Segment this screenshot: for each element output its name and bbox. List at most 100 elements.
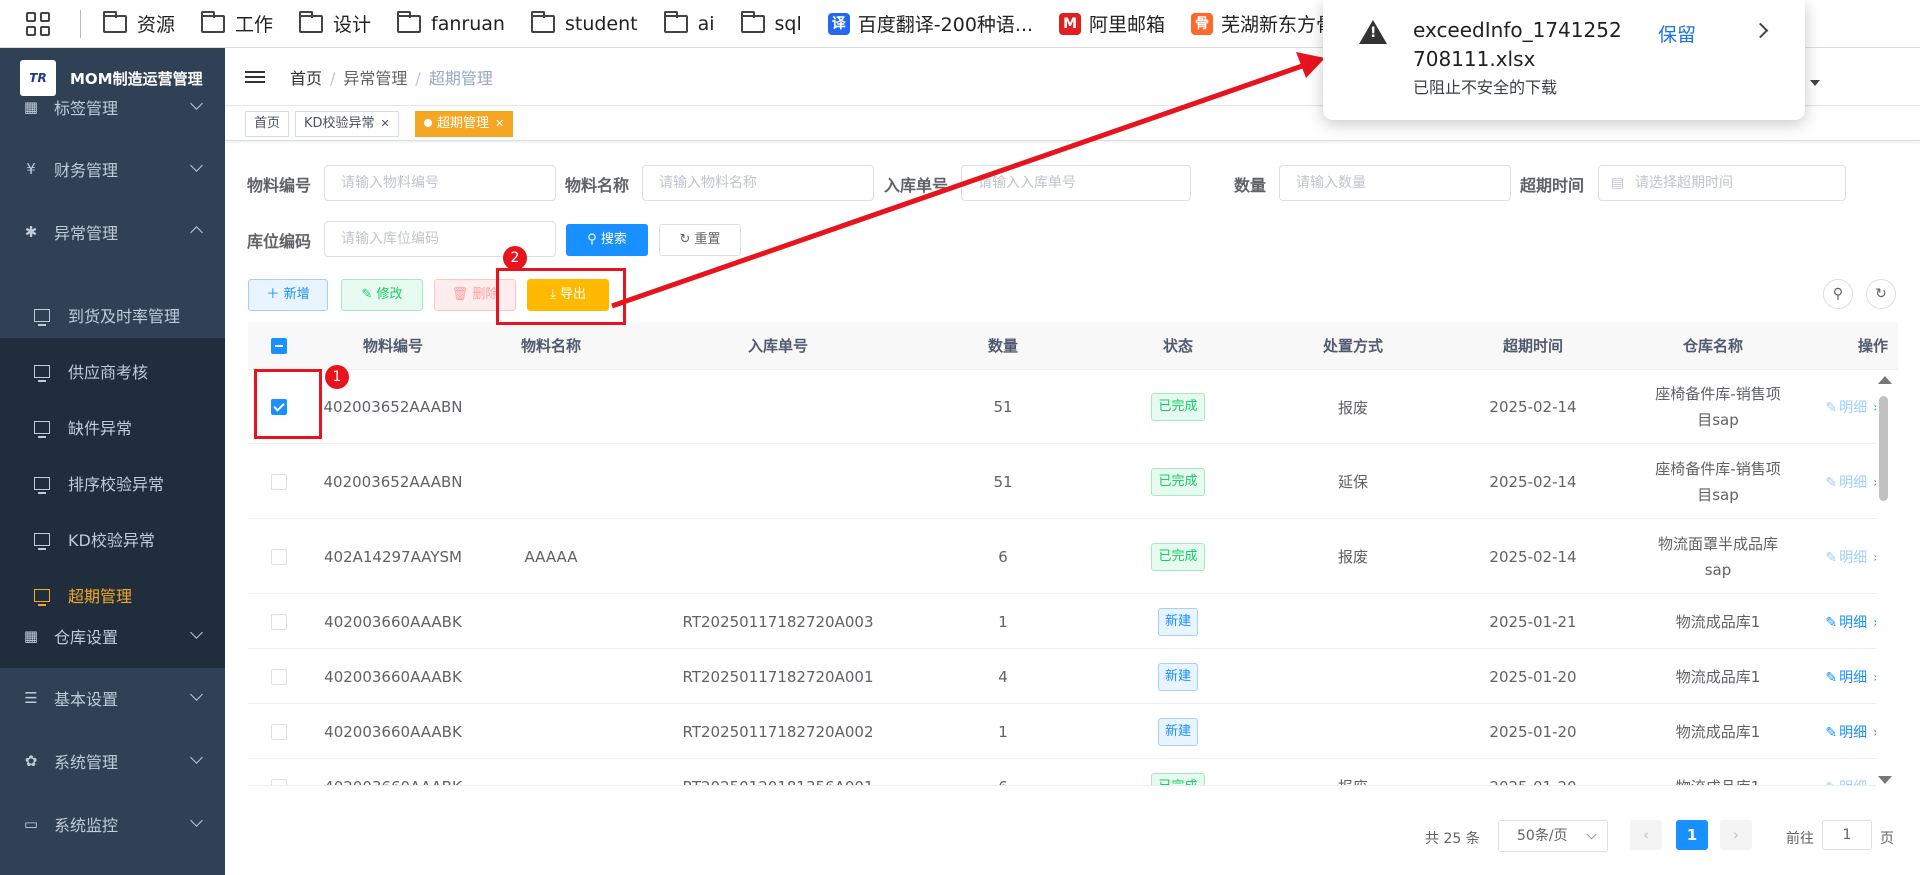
col-warehouse[interactable]: 仓库名称 — [1638, 322, 1788, 370]
row-checkbox[interactable] — [271, 613, 287, 630]
sidebar-menu-1[interactable]: ¥ 财务管理 — [0, 137, 225, 200]
row-checkbox[interactable] — [271, 548, 287, 565]
detail-link[interactable]: ✎明细 — [1825, 722, 1873, 742]
detail-link[interactable]: ✎明细 — [1825, 612, 1873, 632]
sidebar-menu-4[interactable]: ☰ 基本设置 — [0, 666, 225, 729]
table-row[interactable]: 402003660AAABK RT20250117182720A003 1 新建 202… — [248, 594, 1876, 649]
bookmark-7[interactable]: 译百度翻译-200种语... — [827, 10, 1033, 37]
submenu-item-1[interactable]: 供应商考核 — [0, 343, 225, 399]
apps-grid-icon[interactable] — [26, 11, 50, 36]
scroll-up-arrow[interactable] — [1878, 376, 1892, 384]
table-row[interactable]: 402003660AAABK RT20250120181356A0016 已完成 报废… — [248, 759, 1876, 786]
edit-button[interactable]: ✎ 修改 — [341, 279, 423, 311]
table-row[interactable]: 402003652AAABN 51 已完成 延保 2025-02-14 座椅备件库-销售项… — [248, 444, 1876, 519]
breadcrumb-exception[interactable]: 异常管理 — [343, 69, 407, 88]
prev-page-button[interactable]: ‹ — [1630, 820, 1662, 850]
monitor-icon — [34, 364, 50, 382]
close-icon[interactable]: ✕ — [381, 117, 390, 130]
bookmark-8[interactable]: M 阿里邮箱 — [1059, 10, 1165, 37]
tag-overdue[interactable]: 超期管理 ✕ — [415, 111, 514, 137]
submenu-item-5[interactable]: 超期管理 — [0, 567, 225, 623]
goto-suffix: 页 — [1880, 831, 1894, 847]
bookmark-1[interactable]: 工作 — [201, 10, 273, 37]
col-quantity[interactable]: 数量 — [928, 322, 1078, 370]
sidebar-menu-5[interactable]: ✿ 系统管理 — [0, 729, 225, 792]
bookmark-5[interactable]: ai — [663, 10, 715, 35]
bookmark-9[interactable]: 骨芜湖新东方骨 — [1191, 10, 1335, 37]
tag-kd-check[interactable]: KD校验异常 ✕ — [295, 111, 399, 137]
table-row[interactable]: 402003660AAABK RT20250117182720A002 1 新建 202… — [248, 704, 1876, 759]
table-row[interactable]: 402A14297AAYSM AAAAA 6 已完成 报废 2025-02-14 物流面罩半… — [248, 519, 1876, 594]
submenu-item-0[interactable]: 到货及时率管理 — [0, 287, 225, 343]
search-toggle-button[interactable]: ⚲ — [1823, 279, 1853, 309]
monitor-icon — [34, 420, 50, 438]
scroll-down-arrow[interactable] — [1878, 776, 1892, 784]
inbound-order-input[interactable]: 请输入入库单号 — [961, 165, 1191, 201]
chevron-right-icon[interactable] — [1752, 22, 1769, 39]
overdue-time-picker[interactable]: ▤ 请选择超期时间 — [1598, 165, 1846, 201]
detail-link[interactable]: ✎明细 — [1825, 547, 1873, 567]
breadcrumb-home[interactable]: 首页 — [290, 69, 322, 88]
detail-link[interactable]: ✎明细 — [1825, 397, 1873, 417]
row-checkbox[interactable] — [271, 668, 287, 685]
sidebar-menu-2[interactable]: ✱ 异常管理 — [0, 200, 225, 263]
reset-button[interactable]: ↻ 重置 — [659, 224, 741, 256]
row-checkbox[interactable] — [271, 723, 287, 740]
select-all-checkbox[interactable] — [271, 338, 287, 354]
material-name — [476, 649, 626, 703]
caret-down-icon[interactable] — [1810, 80, 1820, 86]
search-button[interactable]: ⚲ 搜索 — [566, 224, 648, 256]
menu-icon: ▭ — [23, 814, 39, 833]
detail-label: 明细 — [1839, 400, 1868, 416]
tag-home[interactable]: 首页 — [245, 111, 290, 137]
add-button[interactable]: ＋ 新增 — [248, 279, 328, 311]
row-checkbox[interactable] — [271, 473, 287, 490]
scroll-thumb[interactable] — [1879, 396, 1888, 501]
bookmark-0[interactable]: 资源 — [103, 10, 175, 37]
table-scrollbar[interactable] — [1876, 372, 1892, 786]
detail-link[interactable]: ✎明细 — [1825, 667, 1873, 687]
row-checkbox[interactable] — [271, 778, 287, 785]
sidebar-menu-6[interactable]: ▭ 系统监控 — [0, 792, 225, 855]
bookmark-2[interactable]: 设计 — [299, 10, 371, 37]
bookmark-4[interactable]: student — [530, 10, 638, 35]
table-row[interactable]: 402003652AAABN 51 已完成 报废 2025-02-14 座椅备件库-销售项… — [248, 370, 1876, 444]
trash-icon: 🗑 — [451, 287, 473, 302]
col-material-code[interactable]: 物料编号 — [318, 322, 468, 370]
close-icon[interactable]: ✕ — [495, 117, 504, 130]
detail-link[interactable]: ✎明细 — [1825, 777, 1873, 786]
col-inbound-order[interactable]: 入库单号 — [628, 322, 928, 370]
material-code-input[interactable]: 请输入物料编号 — [324, 165, 556, 201]
current-page[interactable]: 1 — [1676, 820, 1708, 850]
overdue-date: 2025-01-20 — [1489, 722, 1577, 741]
col-status[interactable]: 状态 — [1103, 322, 1253, 370]
submenu-item-4[interactable]: KD校验异常 — [0, 511, 225, 567]
refresh-button[interactable]: ↻ — [1866, 279, 1896, 309]
bookmark-3[interactable]: fanruan — [397, 10, 505, 35]
bookmark-label: 阿里邮箱 — [1089, 14, 1166, 36]
sidebar-menu-0[interactable]: ▦ 标签管理 — [0, 75, 225, 138]
hamburger-icon[interactable] — [245, 68, 265, 86]
status-cell: 已完成 — [1103, 519, 1253, 593]
col-method[interactable]: 处置方式 — [1278, 322, 1428, 370]
col-overdue-time[interactable]: 超期时间 — [1458, 322, 1608, 370]
folder-icon — [299, 10, 324, 33]
keep-button[interactable]: 保留 — [1658, 20, 1696, 47]
label-quantity: 数量 — [1234, 176, 1267, 195]
refresh-icon: ↻ — [1875, 286, 1887, 302]
monitor-icon — [34, 532, 50, 550]
bookmark-6[interactable]: sql — [740, 10, 802, 35]
col-material-name[interactable]: 物料名称 — [476, 322, 626, 370]
quantity-input[interactable]: 请输入数量 — [1279, 165, 1511, 201]
quantity: 51 — [993, 398, 1013, 416]
page-size-select[interactable]: 50条/页 — [1498, 820, 1608, 852]
material-name-input[interactable]: 请输入物料名称 — [642, 165, 874, 201]
goto-page-input[interactable]: 1 — [1822, 820, 1872, 850]
detail-link[interactable]: ✎明细 — [1825, 472, 1873, 492]
bookmark-label: 资源 — [137, 14, 176, 36]
table-row[interactable]: 402003660AAABK RT20250117182720A001 4 新建 202… — [248, 649, 1876, 704]
submenu-item-2[interactable]: 缺件异常 — [0, 399, 225, 455]
next-page-button[interactable]: › — [1720, 820, 1752, 850]
submenu-item-3[interactable]: 排序校验异常 — [0, 455, 225, 511]
warehouse-name: 物流成品库1 — [1648, 759, 1788, 786]
